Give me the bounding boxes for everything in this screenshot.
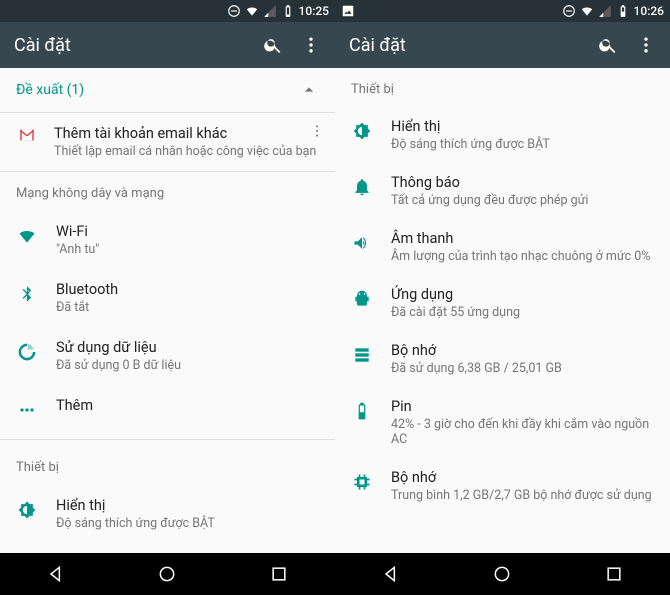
suggestion-sub: Thiết lập email cá nhân hoặc công việc c… [54,144,319,159]
suggestion-add-email[interactable]: Thêm tài khoản email khác Thiết lập emai… [0,113,335,172]
clock: 10:25 [299,4,329,18]
search-icon[interactable] [598,35,618,55]
setting-sub: Độ sáng thích ứng được BẬT [56,516,319,531]
settings-list[interactable]: Thiết bị Hiển thị Độ sáng thích ứng được… [335,68,670,553]
setting-title: Bluetooth [56,281,319,298]
setting-wifi[interactable]: Wi-Fi "Anh tu" [0,211,335,269]
divider [0,439,335,440]
apps-icon [351,288,373,310]
setting-sub: Đã sử dụng 6,38 GB / 25,01 GB [391,361,654,376]
setting-title: Hiển thị [56,497,319,514]
setting-title: Thêm [56,397,319,414]
setting-more[interactable]: Thêm [0,385,335,433]
section-device: Thiết bị [0,446,335,485]
status-bar: 10:26 [335,0,670,22]
do-not-disturb-icon [227,4,241,18]
signal-icon [598,4,612,18]
nav-recent-icon[interactable] [604,564,624,584]
setting-display[interactable]: Hiển thị Độ sáng thích ứng được BẬT [335,107,670,163]
app-bar: Cài đặt [0,22,335,68]
suggestion-overflow-icon[interactable] [307,121,327,141]
setting-title: Pin [391,398,654,415]
app-bar: Cài đặt [335,22,670,68]
setting-sub: Âm lượng của trình tạo nhạc chuông ở mức… [391,249,654,264]
wifi-icon [580,4,594,18]
setting-sub: Tất cả ứng dụng đều được phép gửi [391,193,654,208]
gmail-icon [16,127,38,159]
setting-title: Sử dụng dữ liệu [56,339,319,356]
clock: 10:26 [634,4,664,18]
setting-title: Thông báo [391,174,654,191]
setting-sub: Đã cài đặt 55 ứng dụng [391,305,654,320]
settings-list[interactable]: Đề xuất (1) Thêm tài khoản email khác Th… [0,68,335,553]
setting-data-usage[interactable]: Sử dụng dữ liệu Đã sử dụng 0 B dữ liệu [0,327,335,385]
setting-title: Hiển thị [391,118,654,135]
nav-back-icon[interactable] [46,564,66,584]
setting-title: Bộ nhớ [391,342,654,359]
setting-title: Wi-Fi [56,223,319,240]
setting-sub: Độ sáng thích ứng được BẬT [391,137,654,152]
setting-sound[interactable]: Âm thanh Âm lượng của trình tạo nhạc chu… [335,219,670,275]
more-horizontal-icon [16,399,38,421]
notifications-icon [351,176,373,198]
setting-battery[interactable]: Pin 42% - 3 giờ cho đến khi đầy khi cắm … [335,387,670,458]
section-wireless: Mạng không dây và mạng [0,172,335,211]
suggestion-title: Thêm tài khoản email khác [54,125,319,142]
phone-right: 10:26 Cài đặt Thiết bị Hiển thị Độ sáng … [335,0,670,595]
setting-sub: 42% - 3 giờ cho đến khi đầy khi cắm vào … [391,417,654,447]
phone-left: 10:25 Cài đặt Đề xuất (1) Thêm tài khoản… [0,0,335,595]
setting-display[interactable]: Hiển thị Độ sáng thích ứng được BẬT [0,485,335,543]
do-not-disturb-icon [562,4,576,18]
navigation-bar [0,553,335,595]
app-title: Cài đặt [349,35,598,56]
data-usage-icon [16,341,38,363]
setting-sub: Trung bình 1,2 GB/2,7 GB bộ nhớ được sử … [391,488,654,503]
signal-icon [263,4,277,18]
wifi-icon [245,4,259,18]
setting-notifications[interactable]: Thông báo Tất cả ứng dụng đều được phép … [335,163,670,219]
brightness-icon [351,120,373,142]
more-menu-icon[interactable] [301,35,321,55]
brightness-icon [16,499,38,521]
nav-home-icon[interactable] [492,564,512,584]
navigation-bar [335,553,670,595]
battery-icon [351,400,373,422]
setting-memory[interactable]: Bộ nhớ Trung bình 1,2 GB/2,7 GB bộ nhớ đ… [335,458,670,514]
setting-sub: Đã sử dụng 0 B dữ liệu [56,358,319,373]
battery-icon [616,4,630,18]
section-device: Thiết bị [335,68,670,107]
nav-recent-icon[interactable] [269,564,289,584]
setting-sub: Đã tắt [56,300,319,315]
chevron-up-icon [299,80,319,100]
more-menu-icon[interactable] [636,35,656,55]
sound-icon [351,232,373,254]
suggestions-label: Đề xuất (1) [16,82,299,98]
app-title: Cài đặt [14,35,263,56]
bluetooth-icon [16,283,38,305]
setting-bluetooth[interactable]: Bluetooth Đã tắt [0,269,335,327]
nav-home-icon[interactable] [157,564,177,584]
setting-sub: "Anh tu" [56,242,319,257]
wifi-icon [16,225,38,247]
memory-icon [351,471,373,493]
image-notification-icon [341,4,355,18]
search-icon[interactable] [263,35,283,55]
nav-back-icon[interactable] [381,564,401,584]
setting-title: Bộ nhớ [391,469,654,486]
suggestions-header[interactable]: Đề xuất (1) [0,68,335,113]
setting-storage[interactable]: Bộ nhớ Đã sử dụng 6,38 GB / 25,01 GB [335,331,670,387]
battery-icon [281,4,295,18]
setting-title: Ứng dụng [391,286,654,303]
status-bar: 10:25 [0,0,335,22]
storage-icon [351,344,373,366]
setting-apps[interactable]: Ứng dụng Đã cài đặt 55 ứng dụng [335,275,670,331]
setting-title: Âm thanh [391,230,654,247]
